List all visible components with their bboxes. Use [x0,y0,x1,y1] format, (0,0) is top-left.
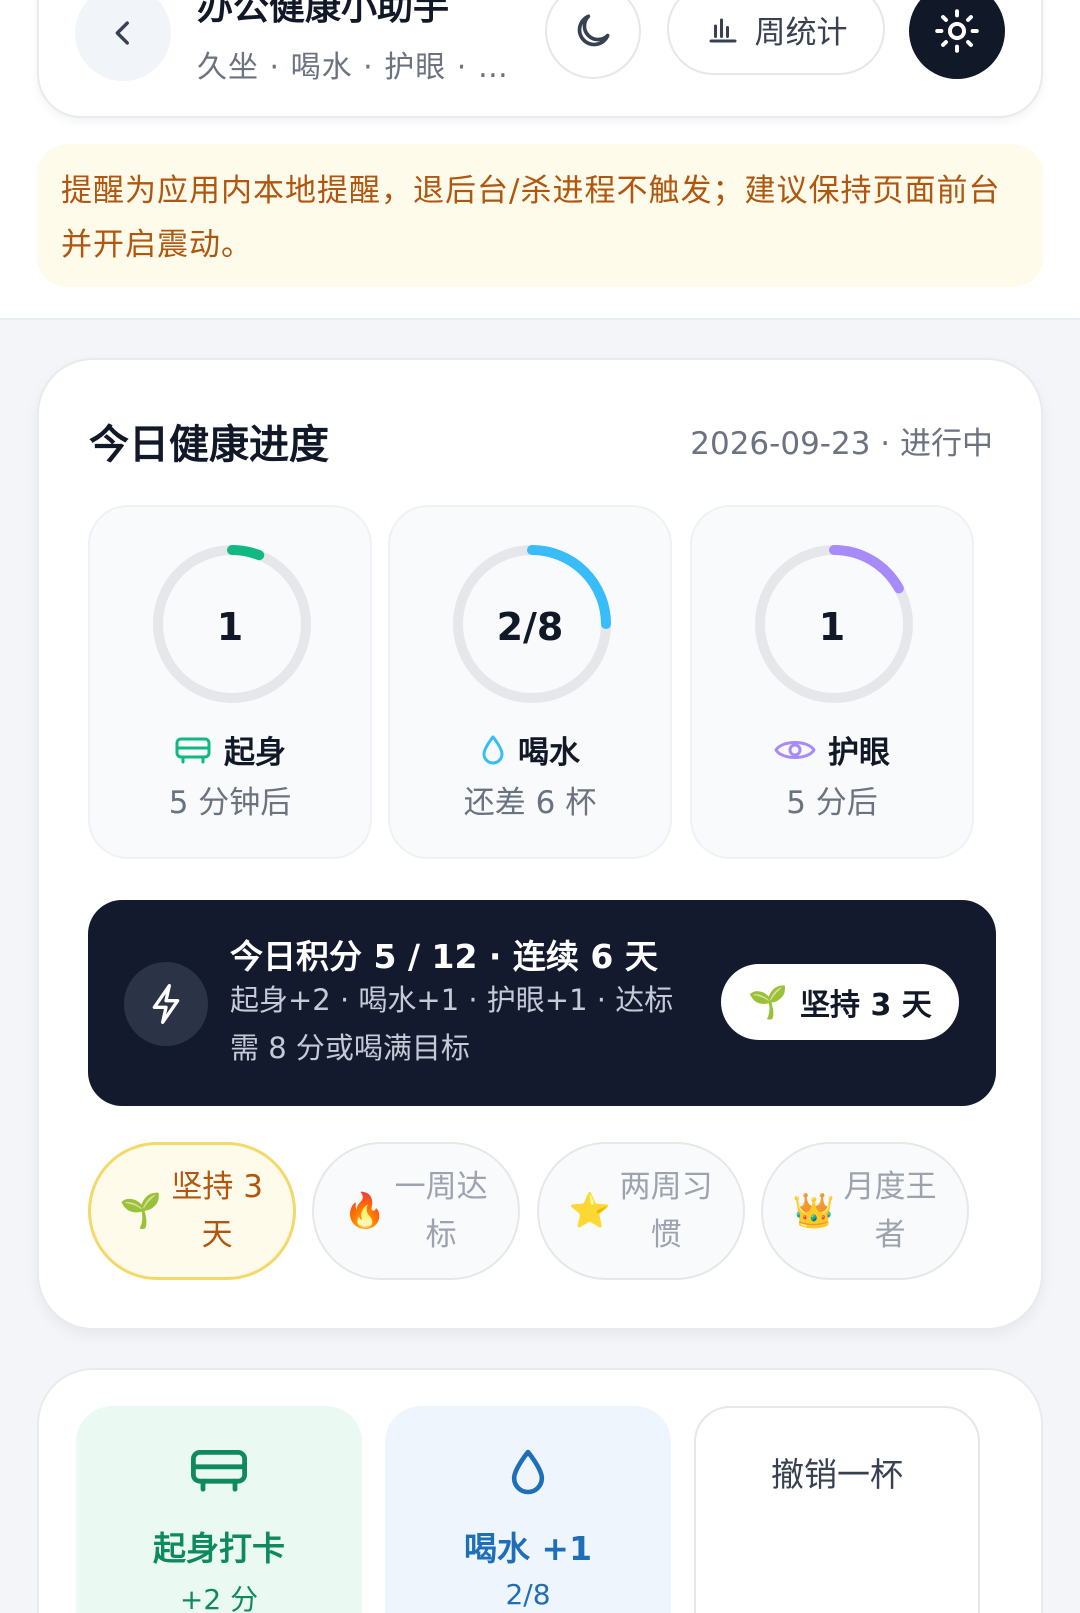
drink-water-count: 2/8 [505,1578,551,1611]
stand-checkin-button[interactable]: 起身打卡 +2 分 [76,1406,362,1613]
drink-water-button[interactable]: 喝水 +1 2/8 [385,1406,671,1613]
badge-label: 两周习惯 [619,1169,713,1253]
undo-cup-button[interactable]: 撤销一杯 [694,1406,980,1613]
week-stats-label: 周统计 [754,14,848,51]
badge-month-king[interactable]: 👑 月度王者 [761,1142,969,1280]
week-stats-button[interactable]: 周统计 [667,0,885,75]
bar-chart-icon [709,18,736,43]
badge-one-week[interactable]: 🔥 一周达标 [312,1142,520,1280]
app-title: 办公健康小助手 [197,0,450,28]
stand-count: 1 [216,605,244,649]
badge-label: 月度王者 [843,1169,937,1253]
stand-next-reminder: 5 分钟后 [168,785,292,821]
app-subtitle: 久坐 · 喝水 · 护眼 · … [197,50,509,85]
eye-label: 护眼 [828,735,890,771]
stand-ring-card[interactable]: 1 起身 5 分钟后 [88,505,372,859]
badge-label: 一周达标 [394,1169,488,1253]
water-count: 2/8 [496,605,564,649]
armchair-icon [191,1450,247,1492]
stand-checkin-label: 起身打卡 [153,1529,285,1568]
lightning-icon [152,984,180,1024]
water-remaining: 还差 6 杯 [463,785,597,821]
water-drop-icon [482,735,504,764]
score-detail: 起身+2 · 喝水+1 · 护眼+1 · 达标需 8 分或喝满目标 [230,983,674,1065]
sun-icon [935,9,979,53]
star-icon: ⭐ [568,1191,612,1231]
water-ring-card[interactable]: 2/8 喝水 还差 6 杯 [388,505,672,859]
streak-pill[interactable]: 🌱 坚持 3 天 [721,964,959,1040]
armchair-icon [175,737,211,763]
fire-icon: 🔥 [343,1191,387,1231]
crown-icon: 👑 [792,1191,836,1231]
today-progress-card: 今日健康进度 2026-09-23 · 进行中 1 起身 5 分钟后 2/8 喝… [37,358,1043,1330]
eye-icon [774,740,816,759]
eye-ring-card[interactable]: 1 护眼 5 分后 [690,505,974,859]
water-drop-icon [511,1449,545,1495]
drink-water-label: 喝水 +1 [463,1529,593,1568]
undo-cup-label: 撤销一杯 [771,1455,903,1494]
badge-streak-3[interactable]: 🌱 坚持 3 天 [88,1142,296,1280]
eye-next-reminder: 5 分后 [786,785,878,821]
score-title: 今日积分 5 / 12 · 连续 6 天 [230,937,658,976]
eye-count: 1 [818,605,846,649]
reminder-notice: 提醒为应用内本地提醒，退后台/杀进程不触发；建议保持页面前台并开启震动。 [37,144,1043,287]
streak-pill-label: 坚持 3 天 [800,988,932,1023]
moon-icon [577,14,610,47]
stand-label: 起身 [224,735,286,771]
quick-actions-card: 起身打卡 +2 分 喝水 +1 2/8 撤销一杯 [37,1368,1043,1613]
water-label: 喝水 [518,735,580,771]
sprout-icon: 🌱 [119,1191,163,1231]
badge-two-weeks[interactable]: ⭐ 两周习惯 [537,1142,745,1280]
stand-checkin-points: +2 分 [179,1583,259,1613]
chevron-left-icon [115,21,129,45]
sprout-icon: 🌱 [748,983,789,1021]
badge-label: 坚持 3 天 [171,1169,263,1253]
progress-date-status: 2026-09-23 · 进行中 [690,426,993,462]
header-bar [37,0,1043,118]
progress-title: 今日健康进度 [89,422,329,468]
score-panel: 今日积分 5 / 12 · 连续 6 天 起身+2 · 喝水+1 · 护眼+1 … [88,900,996,1106]
